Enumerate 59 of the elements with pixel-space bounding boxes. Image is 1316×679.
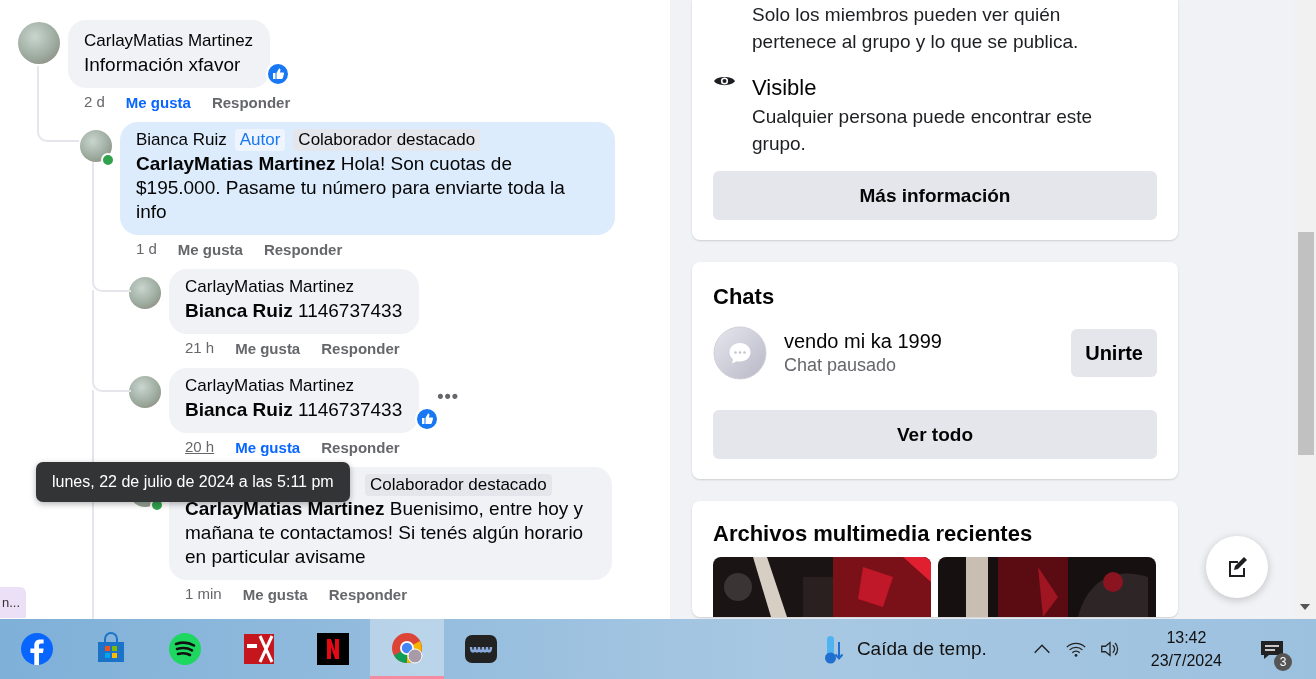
- notification-count: 3: [1274, 653, 1292, 671]
- see-all-button[interactable]: Ver todo: [713, 410, 1157, 459]
- like-link[interactable]: Me gusta: [242, 585, 308, 603]
- author-name[interactable]: CarlayMatias Martinez: [185, 277, 355, 297]
- card-title: Archivos multimedia recientes: [713, 520, 1034, 548]
- more-button[interactable]: •••: [433, 386, 464, 407]
- avatar: [129, 277, 161, 309]
- comment-text: CarlayMatias Martinez Hola! Son cuotas de $195.000. Pasame tu número para enviarte toda la info: [136, 152, 566, 224]
- chat-name[interactable]: vendo mi ka 1999: [784, 330, 1055, 353]
- clock-time[interactable]: 13:42: [1166, 626, 1207, 649]
- timestamp[interactable]: 1 d: [136, 240, 157, 258]
- chat-icon: [713, 326, 767, 380]
- chrome-icon[interactable]: [390, 630, 424, 665]
- weather-widget[interactable]: Caída de temp.: [820, 634, 987, 664]
- pdf-icon[interactable]: [242, 632, 276, 666]
- speaker-icon[interactable]: [1098, 638, 1121, 660]
- timestamp[interactable]: 20 h: [185, 438, 215, 456]
- contributor-label: Colaborador destacado: [293, 129, 481, 151]
- timestamp[interactable]: 2 d: [84, 93, 105, 111]
- scrollbar[interactable]: [1294, 0, 1316, 619]
- more-info-button[interactable]: Más información: [713, 171, 1157, 220]
- privacy-description: Solo los miembros pueden ver quién pertenece al grupo y lo que se publica.: [752, 3, 1080, 54]
- avatar: [80, 130, 112, 162]
- weather-text: Caída de temp.: [856, 638, 987, 660]
- app-icon[interactable]: [464, 632, 498, 666]
- author-name[interactable]: CarlayMatias Martinez: [84, 31, 254, 51]
- side-tab[interactable]: n...: [0, 587, 27, 618]
- spotify-icon[interactable]: [168, 632, 202, 666]
- join-button[interactable]: Unirte: [1071, 329, 1157, 377]
- reply-link[interactable]: Responder: [321, 438, 400, 456]
- comment-text: Bianca Ruiz 1146737433: [185, 398, 403, 422]
- reply-link[interactable]: Responder: [211, 93, 291, 111]
- author-name[interactable]: CarlayMatias Martinez: [185, 376, 355, 396]
- card-title: Chats: [713, 283, 776, 311]
- notifications-button[interactable]: 3: [1252, 627, 1292, 671]
- like-link[interactable]: Me gusta: [235, 438, 301, 456]
- contributor-label: Colaborador destacado: [365, 474, 552, 496]
- like-link[interactable]: Me gusta: [177, 240, 243, 258]
- author-label: Autor: [234, 129, 286, 151]
- author-name[interactable]: Bianca Ruiz: [136, 130, 227, 150]
- reply-link[interactable]: Responder: [263, 240, 343, 258]
- netflix-icon[interactable]: [316, 632, 350, 666]
- privacy-description: Cualquier persona puede encontrar este grupo.: [752, 105, 1094, 156]
- privacy-title: Visible: [752, 74, 818, 102]
- tooltip: lunes, 22 de julio de 2024 a las 5:11 pm: [36, 462, 350, 502]
- clock-date[interactable]: 23/7/2024: [1150, 649, 1222, 672]
- like-link[interactable]: Me gusta: [235, 339, 301, 357]
- comment-text: Bianca Ruiz 1146737433: [185, 299, 403, 323]
- reply-link[interactable]: Responder: [328, 585, 408, 603]
- timestamp[interactable]: 1 min: [185, 585, 222, 603]
- avatar: [18, 22, 60, 64]
- facebook-icon[interactable]: [20, 632, 54, 666]
- chat-status: Chat pausado: [784, 355, 898, 376]
- reply-link[interactable]: Responder: [321, 339, 400, 357]
- comment-text: Información xfavor: [84, 53, 242, 77]
- like-link[interactable]: Me gusta: [125, 93, 191, 111]
- scroll-down-arrow-icon[interactable]: [1298, 603, 1312, 611]
- avatar: [129, 376, 161, 408]
- timestamp[interactable]: 21 h: [185, 339, 215, 357]
